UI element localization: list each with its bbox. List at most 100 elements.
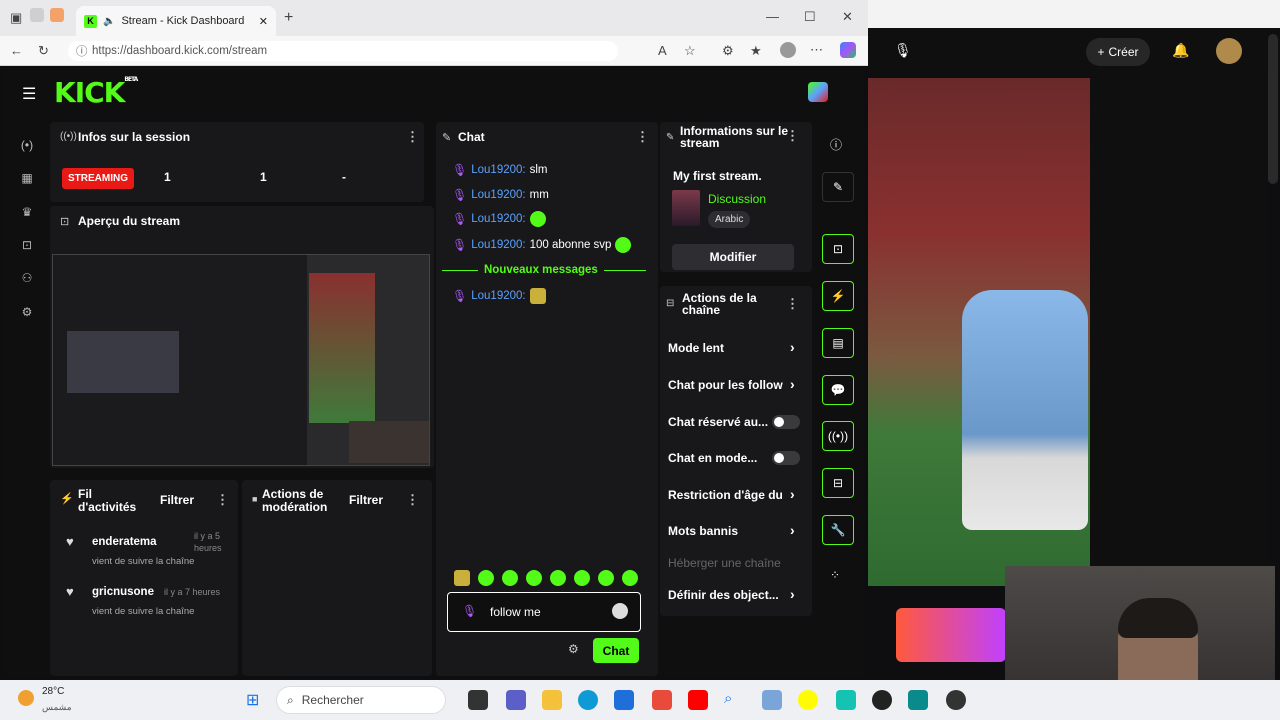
preview-video[interactable]: [52, 254, 430, 466]
activity-filter-button[interactable]: Filtrer: [160, 493, 194, 507]
chevron-right-icon[interactable]: ›: [790, 486, 795, 502]
emote-icon[interactable]: [550, 570, 566, 586]
photos-icon[interactable]: [762, 690, 782, 710]
emote-icon[interactable]: [526, 570, 542, 586]
edge-icon[interactable]: [578, 690, 598, 710]
chevron-right-icon[interactable]: ›: [790, 522, 795, 538]
session-more-icon[interactable]: ⋮: [406, 129, 419, 145]
copilot-icon[interactable]: [840, 42, 856, 58]
weather-temp[interactable]: 28°C: [42, 686, 64, 697]
chatgpt-icon[interactable]: [872, 690, 892, 710]
file-explorer-icon[interactable]: [542, 690, 562, 710]
chat-username[interactable]: Lou19200:: [471, 189, 525, 201]
emote-mode-toggle[interactable]: [772, 451, 800, 465]
task-view-icon[interactable]: [468, 690, 488, 710]
emote-icon[interactable]: [502, 570, 518, 586]
wrench-rail-button[interactable]: 🔧: [822, 515, 854, 545]
category-thumbnail[interactable]: [672, 190, 700, 226]
thumbnail-card[interactable]: [896, 608, 1006, 662]
new-tab-icon[interactable]: +: [284, 9, 293, 27]
banned-words-item[interactable]: Mots bannis: [668, 524, 738, 538]
layout-rail-button[interactable]: ⊟: [822, 468, 854, 498]
chevron-right-icon[interactable]: ›: [790, 376, 795, 392]
broadcast-rail-button[interactable]: ((•)): [822, 421, 854, 451]
info-icon[interactable]: ⓘ: [830, 136, 842, 153]
url-input[interactable]: ⓘ https://dashboard.kick.com/stream: [68, 41, 618, 61]
chat-username[interactable]: Lou19200:: [471, 239, 525, 251]
site-info-icon[interactable]: ⓘ: [76, 43, 88, 59]
user-avatar[interactable]: [808, 82, 828, 102]
favorites-icon[interactable]: ★: [750, 43, 762, 59]
chat-more-icon[interactable]: ⋮: [636, 129, 649, 145]
settings-nav-icon[interactable]: ⚙: [18, 305, 36, 319]
edit-rail-button[interactable]: ✎: [822, 172, 854, 202]
extensions-icon[interactable]: ⚙: [722, 43, 734, 59]
host-channel-item[interactable]: Héberger une chaîne: [668, 556, 781, 570]
pinned-tab-icon[interactable]: [30, 8, 44, 22]
more-menu-icon[interactable]: ⋯: [810, 42, 823, 58]
category-link[interactable]: Discussion: [708, 192, 766, 206]
windows-start-icon[interactable]: ⊞: [246, 690, 259, 710]
moderation-filter-button[interactable]: Filtrer: [349, 493, 383, 507]
read-aloud-icon[interactable]: A: [658, 43, 667, 58]
bell-icon[interactable]: 🔔: [1172, 42, 1189, 59]
app-icon[interactable]: [652, 690, 672, 710]
analytics-nav-icon[interactable]: ▦: [18, 171, 36, 185]
edit-stream-button[interactable]: Modifier: [672, 244, 794, 270]
activity-more-icon[interactable]: ⋮: [216, 492, 229, 508]
chat-username[interactable]: Lou19200:: [471, 213, 525, 225]
preview-nav-icon[interactable]: ⊡: [18, 238, 36, 252]
notes-rail-button[interactable]: ▤: [822, 328, 854, 358]
trophy-nav-icon[interactable]: ♛: [18, 205, 36, 219]
stream-nav-icon[interactable]: (•): [18, 138, 36, 152]
obs-icon[interactable]: [946, 690, 966, 710]
stream-info-more-icon[interactable]: ⋮: [786, 128, 799, 144]
minimize-icon[interactable]: —: [766, 9, 779, 24]
chat-username[interactable]: Lou19200:: [471, 164, 525, 176]
pinned-tab-icon-2[interactable]: [50, 8, 64, 22]
kick-logo[interactable]: KICKBETA: [54, 76, 138, 109]
youtube-icon[interactable]: [688, 690, 708, 710]
chevron-right-icon[interactable]: ›: [790, 586, 795, 602]
back-icon[interactable]: ←: [10, 43, 23, 58]
preview-rail-button[interactable]: ⊡: [822, 234, 854, 264]
emote-icon[interactable]: [574, 570, 590, 586]
chat-rail-button[interactable]: 💬: [822, 375, 854, 405]
profile-avatar[interactable]: [780, 42, 796, 58]
menu-icon[interactable]: ☰: [22, 84, 36, 104]
chat-input[interactable]: 🎙 follow me: [447, 592, 641, 632]
slow-mode-item[interactable]: Mode lent: [668, 341, 724, 355]
create-button[interactable]: + Créer: [1086, 38, 1150, 66]
age-restriction-item[interactable]: Restriction d'âge du: [668, 488, 783, 502]
weather-icon[interactable]: [18, 690, 34, 706]
subscribers-chat-toggle[interactable]: [772, 415, 800, 429]
emote-icon[interactable]: [454, 570, 470, 586]
chat-settings-icon[interactable]: ⚙: [568, 642, 579, 656]
chevron-right-icon[interactable]: ›: [790, 339, 795, 355]
chat-send-button[interactable]: Chat: [593, 638, 639, 663]
store-icon[interactable]: [614, 690, 634, 710]
close-tab-icon[interactable]: ✕: [259, 15, 268, 28]
emote-icon[interactable]: [478, 570, 494, 586]
tab-kick-dashboard[interactable]: K 🔈 Stream - Kick Dashboard ✕: [76, 6, 276, 36]
avatar[interactable]: [1216, 38, 1242, 64]
taskbar-search[interactable]: ⌕ Rechercher: [276, 686, 446, 714]
emote-icon[interactable]: [622, 570, 638, 586]
channel-actions-more-icon[interactable]: ⋮: [786, 296, 799, 312]
lightning-rail-button[interactable]: ⚡: [822, 281, 854, 311]
widgets-icon[interactable]: ⁘: [830, 568, 840, 582]
close-window-icon[interactable]: ✕: [842, 9, 853, 25]
teams-icon[interactable]: [506, 690, 526, 710]
community-nav-icon[interactable]: ⚇: [18, 271, 36, 285]
scrollbar[interactable]: [1268, 34, 1278, 184]
emoji-picker-icon[interactable]: [612, 603, 628, 619]
app-icon-2[interactable]: [908, 690, 928, 710]
moderation-more-icon[interactable]: ⋮: [406, 492, 419, 508]
reload-icon[interactable]: ↻: [38, 43, 49, 59]
capcut-icon[interactable]: [836, 690, 856, 710]
favorite-star-icon[interactable]: ☆: [684, 43, 696, 59]
snapchat-icon[interactable]: [798, 690, 818, 710]
chat-username[interactable]: Lou19200:: [471, 290, 525, 302]
maximize-icon[interactable]: ☐: [804, 9, 816, 25]
voice-search-icon[interactable]: 🎙: [894, 42, 912, 59]
